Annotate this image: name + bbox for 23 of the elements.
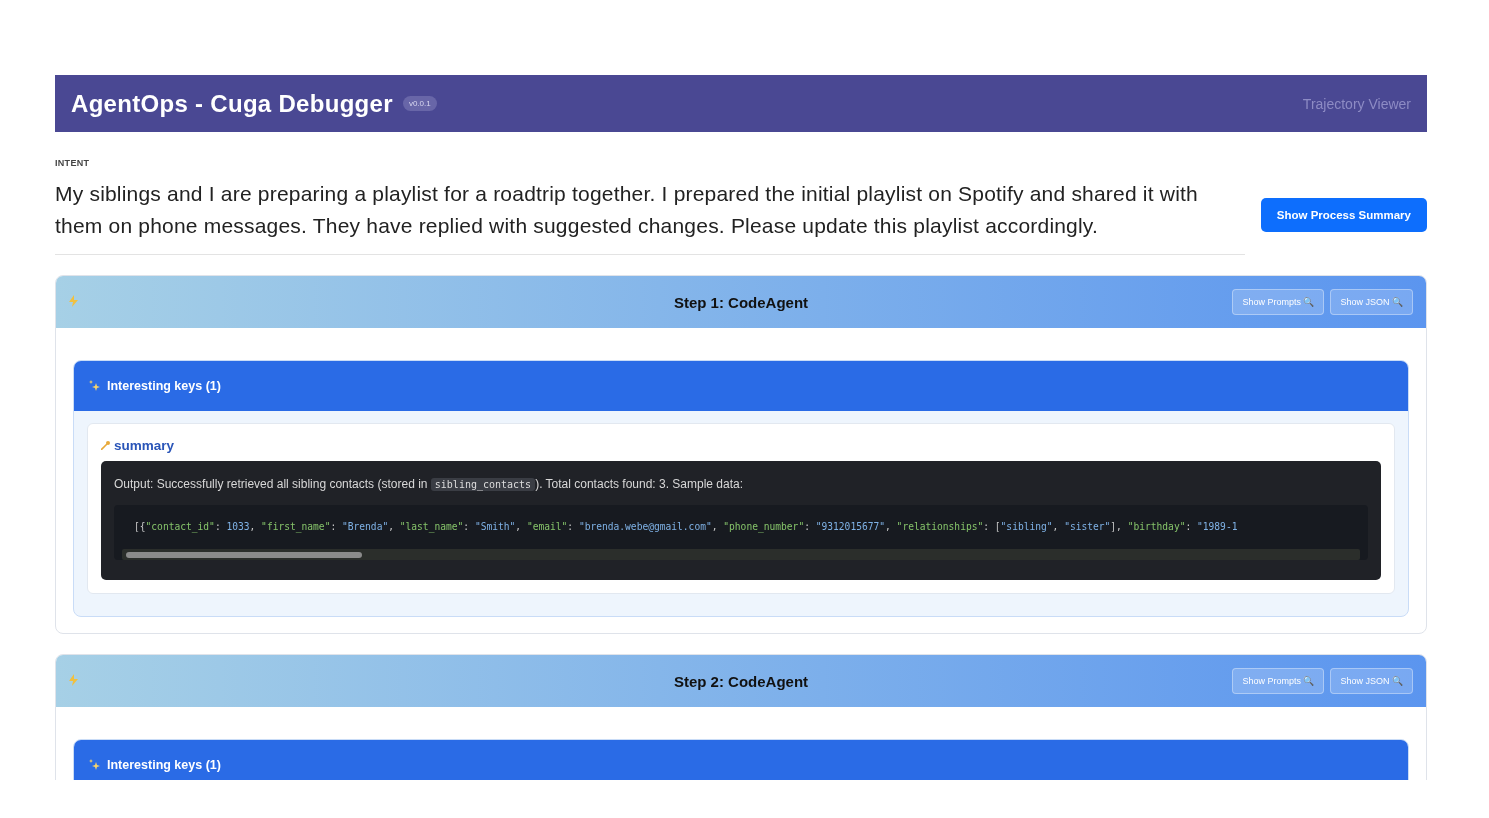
intent-text: My siblings and I are preparing a playlist for a roadtrip together. I prepared the initial playlist on Spotify and shared it with them on phone messages. They have replied with suggested changes. Please update this playlist accordingly.: [55, 181, 1199, 239]
sparkle-icon: [88, 758, 101, 772]
scrollbar-thumb[interactable]: [126, 551, 362, 558]
keys-title: Interesting keys (1): [107, 379, 221, 393]
version-badge: v0.0.1: [402, 96, 437, 111]
step-action-button[interactable]: Show JSON 🔍: [1330, 668, 1413, 694]
intent-label: INTENT: [55, 158, 91, 168]
lightning-icon: [69, 295, 78, 307]
step-title: Step 2: CodeAgent: [673, 672, 809, 690]
sparkle-icon: [88, 379, 101, 393]
step-action-button[interactable]: Show JSON 🔍: [1330, 289, 1413, 315]
keys-title: Interesting keys (1): [107, 758, 221, 772]
key-name: summary: [114, 438, 175, 453]
code-line: [{"contact_id": 1033, "first_name": "Brenda", "last_name": "Smith", "email": "brenda.webe@gmail.com", "phone_number": "9312015677", "relationships": ["sibling", "sister"], "birthday": "1989-1: [134, 520, 1239, 535]
key-icon: [101, 441, 110, 450]
step-action-button[interactable]: Show Prompts 🔍: [1232, 668, 1325, 694]
header-subtitle: Trajectory Viewer: [1302, 95, 1411, 112]
lightning-icon: [69, 674, 78, 686]
step-action-button[interactable]: Show Prompts 🔍: [1232, 289, 1325, 315]
process-summary-button[interactable]: Show Process Summary: [1260, 197, 1427, 232]
output-text: Output: Successfully retrieved all sibling contacts (stored in sibling_contacts ). Total contacts found: 3. Sample data:: [114, 477, 745, 491]
step-title: Step 1: CodeAgent: [673, 293, 809, 311]
app-title: AgentOps - Cuga Debugger: [71, 89, 393, 118]
